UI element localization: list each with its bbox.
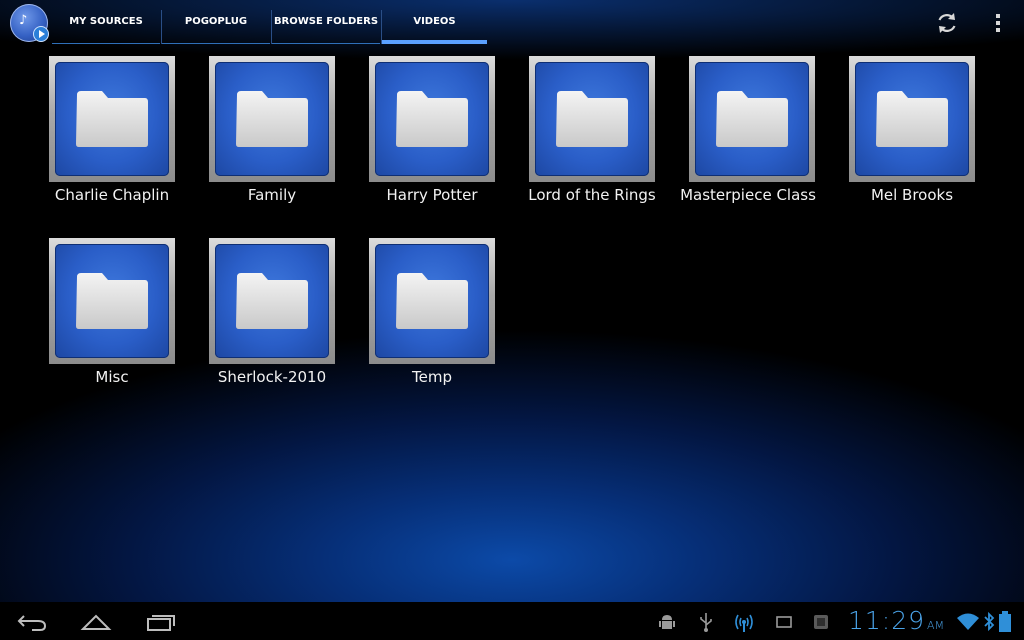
folder-icon	[76, 273, 148, 329]
wireless-icon	[735, 614, 753, 632]
folder-label: Masterpiece Class	[680, 186, 816, 204]
folder-thumbnail	[529, 56, 655, 182]
folder-icon	[716, 91, 788, 147]
clock: 11:29 AM	[848, 604, 944, 638]
home-icon[interactable]	[80, 611, 112, 633]
folder-item[interactable]: Sherlock-2010	[192, 238, 352, 403]
screenshot-icon	[776, 616, 792, 628]
tab-label: POGOPLUG	[184, 16, 248, 27]
folder-thumbnail	[369, 56, 495, 182]
folder-icon	[556, 91, 628, 147]
folder-icon	[236, 91, 308, 147]
android-debug-icon	[659, 615, 675, 629]
folder-label: Charlie Chaplin	[54, 186, 170, 204]
action-bar: ♪ MY SOURCES POGOPLUG BROWSE FOLDERS VID…	[0, 0, 1024, 46]
tab-label: MY SOURCES	[69, 16, 143, 27]
wifi-icon	[957, 613, 979, 630]
tab-my-sources[interactable]: MY SOURCES	[52, 0, 160, 44]
screen: ♪ MY SOURCES POGOPLUG BROWSE FOLDERS VID…	[0, 0, 1024, 640]
folder-item[interactable]: Harry Potter	[352, 56, 512, 221]
recent-apps-icon[interactable]	[145, 611, 177, 633]
tab-pogoplug[interactable]: POGOPLUG	[162, 0, 270, 44]
folder-thumbnail	[49, 56, 175, 182]
folder-icon	[876, 91, 948, 147]
folder-thumbnail	[689, 56, 815, 182]
folder-thumbnail	[209, 238, 335, 364]
folder-item[interactable]: Family	[192, 56, 352, 221]
back-icon[interactable]	[16, 612, 48, 632]
tab-videos[interactable]: VIDEOS	[382, 0, 487, 44]
clock-ampm: AM	[927, 619, 945, 632]
app-icon[interactable]: ♪	[10, 4, 49, 42]
folder-item[interactable]: Charlie Chaplin	[32, 56, 192, 221]
usb-icon	[700, 613, 712, 632]
folder-icon	[396, 273, 468, 329]
folder-item[interactable]: Masterpiece Class	[672, 56, 832, 221]
folder-item[interactable]: Misc	[32, 238, 192, 403]
refresh-icon[interactable]	[934, 10, 960, 36]
folder-label: Sherlock-2010	[217, 368, 327, 386]
folder-label: Harry Potter	[386, 186, 478, 204]
play-badge-icon	[33, 26, 49, 42]
tab-label: VIDEOS	[413, 16, 456, 27]
storage-icon	[814, 615, 828, 629]
folder-thumbnail	[369, 238, 495, 364]
media-app-icon: ♪	[19, 13, 28, 28]
folder-item[interactable]: Lord of the Rings	[512, 56, 672, 221]
folder-label: Misc	[95, 368, 129, 386]
overflow-menu-icon[interactable]	[990, 10, 1006, 36]
tab-browse-folders[interactable]: BROWSE FOLDERS	[272, 0, 380, 44]
folder-label: Temp	[412, 368, 452, 386]
folder-icon	[76, 91, 148, 147]
folder-label: Family	[247, 186, 297, 204]
folder-thumbnail	[209, 56, 335, 182]
folder-icon	[236, 273, 308, 329]
bluetooth-icon	[984, 611, 995, 632]
folder-label: Lord of the Rings	[528, 186, 656, 204]
folder-icon	[396, 91, 468, 147]
folder-thumbnail	[49, 238, 175, 364]
folder-label: Mel Brooks	[870, 186, 954, 204]
clock-time: 11:29	[848, 606, 926, 635]
folder-item[interactable]: Temp	[352, 238, 512, 403]
tab-label: BROWSE FOLDERS	[273, 16, 379, 27]
battery-icon	[999, 611, 1011, 632]
folder-thumbnail	[849, 56, 975, 182]
folder-item[interactable]: Mel Brooks	[832, 56, 992, 221]
